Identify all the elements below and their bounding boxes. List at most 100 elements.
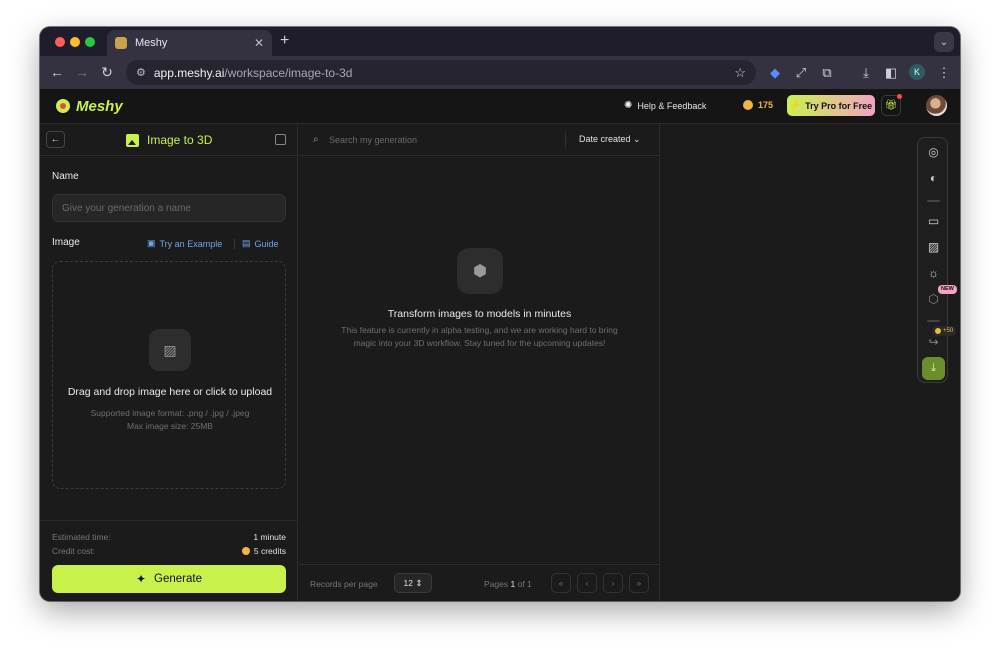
sort-dropdown[interactable]: Date created ⌄ (579, 134, 641, 145)
help-feedback-button[interactable]: ✺ Help & Feedback (624, 100, 706, 111)
upload-formats: Supported image format: .png / .jpg / .j… (90, 408, 250, 418)
viewer-toolbar: ◎ ◐ ▭ ▨ ☼ ⬡ NEW +50 ↪ ⤓ (917, 137, 957, 383)
empty-state-description: This feature is currently in alpha testi… (341, 325, 618, 348)
records-per-page-label: Records per page (310, 579, 378, 589)
bookmark-star-icon[interactable]: ☆ (734, 65, 746, 81)
browser-menu-icon[interactable]: ⋮ (936, 65, 952, 81)
search-bar: ⌕ Date created ⌄ (299, 124, 660, 156)
name-label: Name (52, 171, 79, 182)
browser-toolbar: ← → ↻ ⚙ app.meshy.ai/workspace/image-to-… (40, 56, 960, 89)
credits-value: 175 (758, 100, 774, 110)
upload-image-icon: ▨ (149, 329, 191, 371)
browser-tab[interactable]: Meshy ✕ (107, 30, 272, 56)
credit-cost-row: Credit cost: 5 credits (52, 546, 286, 556)
fullscreen-icon[interactable]: ⤢ (793, 65, 809, 81)
coin-icon (743, 100, 753, 110)
empty-state-title: Transform images to models in minutes (387, 308, 572, 320)
app-header: Meshy ✺ Help & Feedback 175 ⚡ Try Pro fo… (40, 89, 960, 124)
back-icon[interactable]: ← (49, 64, 65, 80)
new-tab-icon[interactable]: + (280, 32, 289, 50)
upload-title: Drag and drop image here or click to upl… (67, 386, 273, 398)
lighting-sun-icon[interactable]: ☼ (918, 266, 949, 280)
sparkle-icon: ✦ (135, 572, 147, 586)
tab-title: Meshy (135, 37, 168, 49)
pages-prefix: Pages (484, 579, 509, 589)
address-bar[interactable]: ⚙ app.meshy.ai/workspace/image-to-3d ☆ (126, 60, 756, 85)
panel-title-text: Image to 3D (147, 133, 213, 147)
collapse-panel-icon[interactable] (275, 134, 286, 145)
meshy-logo[interactable]: Meshy (54, 97, 123, 115)
panel-header: ← Image to 3D (40, 124, 298, 156)
cube-icon: ⬢ (457, 248, 503, 294)
last-page-icon[interactable]: » (629, 573, 649, 593)
next-page-icon[interactable]: › (603, 573, 623, 593)
try-example-link[interactable]: ▣ Try an Example (147, 238, 222, 249)
generate-label: Generate (154, 573, 202, 585)
guide-label: Guide (254, 238, 279, 249)
try-pro-button[interactable]: ⚡ Try Pro for Free (787, 95, 875, 116)
close-tab-icon[interactable]: ✕ (254, 36, 264, 50)
name-input[interactable] (52, 194, 286, 222)
credit-cost-label: Credit cost: (52, 546, 95, 556)
credits-balance[interactable]: 175 (743, 100, 773, 110)
tab-search-icon[interactable]: ⌄ (934, 32, 954, 52)
image-label: Image (52, 237, 80, 248)
pagination-bar: Records per page 12 ⇕ Pages 1 of 1 « ‹ ›… (299, 564, 660, 601)
credit-cost-value: 5 credits (253, 546, 286, 556)
first-page-icon[interactable]: « (551, 573, 571, 593)
close-window-button[interactable] (55, 37, 65, 47)
credit-cost-value-wrap: 5 credits (241, 546, 286, 556)
model-viewer[interactable]: ◎ ◐ ▭ ▨ ☼ ⬡ NEW +50 ↪ ⤓ (661, 124, 960, 601)
reload-icon[interactable]: ↻ (99, 64, 115, 81)
downloads-icon[interactable]: ⤓ (858, 65, 874, 81)
new-badge: NEW (938, 285, 957, 294)
generations-list-panel: ⌕ Date created ⌄ ⬢ Transform images to m… (299, 124, 660, 601)
notification-dot (897, 94, 902, 99)
try-pro-label: Try Pro for Free (805, 100, 873, 111)
share-icon[interactable]: ↪ (918, 335, 949, 349)
toolbar-divider (927, 320, 940, 322)
3d-cube-icon[interactable]: ⬡ (918, 292, 949, 306)
environment-sphere-icon[interactable]: ◎ (918, 145, 949, 159)
browser-window: Meshy ✕ + ⌄ ← → ↻ ⚙ app.meshy.ai/workspa… (40, 27, 960, 601)
coin-icon (935, 328, 941, 334)
back-arrow-icon[interactable]: ← (46, 131, 65, 148)
current-page: 1 (510, 579, 516, 589)
site-settings-icon[interactable]: ⚙ (136, 66, 146, 79)
forward-icon[interactable]: → (74, 64, 90, 80)
wireframe-stripes-icon[interactable]: ▨ (918, 240, 949, 254)
form-footer: Estimated time: 1 minute Credit cost: 5 … (40, 520, 298, 601)
minimize-window-button[interactable] (70, 37, 80, 47)
material-sphere-icon[interactable]: ◐ (918, 171, 949, 185)
sort-label: Date created (579, 134, 631, 144)
profile-avatar[interactable]: K (909, 64, 925, 80)
extensions-icon[interactable]: ⧉ (819, 65, 835, 81)
search-input[interactable] (329, 131, 559, 149)
estimated-time-label: Estimated time: (52, 532, 111, 542)
previous-page-icon[interactable]: ‹ (577, 573, 597, 593)
user-avatar[interactable] (926, 95, 947, 116)
url-host: app.meshy.ai (153, 65, 225, 80)
estimated-time-value: 1 minute (253, 532, 286, 542)
records-per-page-value: 12 (403, 578, 413, 588)
gift-icon: 🎁︎ (884, 100, 898, 111)
generate-button[interactable]: ✦ Generate (52, 565, 286, 593)
side-panel-icon[interactable]: ◧ (883, 65, 899, 81)
records-per-page-select[interactable]: 12 ⇕ (394, 573, 432, 593)
download-icon[interactable]: ⤓ (922, 357, 945, 380)
guide-link[interactable]: ▤ Guide (242, 238, 279, 249)
toolbar-divider (927, 200, 940, 202)
chevron-down-icon: ⌄ (633, 134, 641, 144)
search-icon: ⌕ (313, 134, 319, 145)
panel-title: Image to 3D (126, 133, 212, 147)
updown-chevron-icon: ⇕ (412, 577, 423, 588)
logo-mark-icon (54, 97, 72, 115)
gift-button[interactable]: 🎁︎ (881, 94, 902, 116)
url-path: /workspace/image-to-3d (224, 65, 353, 80)
coin-icon (241, 547, 250, 555)
image-upload-dropzone[interactable]: ▨ Drag and drop image here or click to u… (52, 261, 286, 489)
monitor-icon[interactable]: ▭ (918, 214, 949, 228)
maximize-window-button[interactable] (85, 37, 95, 47)
password-manager-icon[interactable]: ◆ (767, 65, 783, 81)
try-example-label: Try an Example (159, 238, 223, 249)
